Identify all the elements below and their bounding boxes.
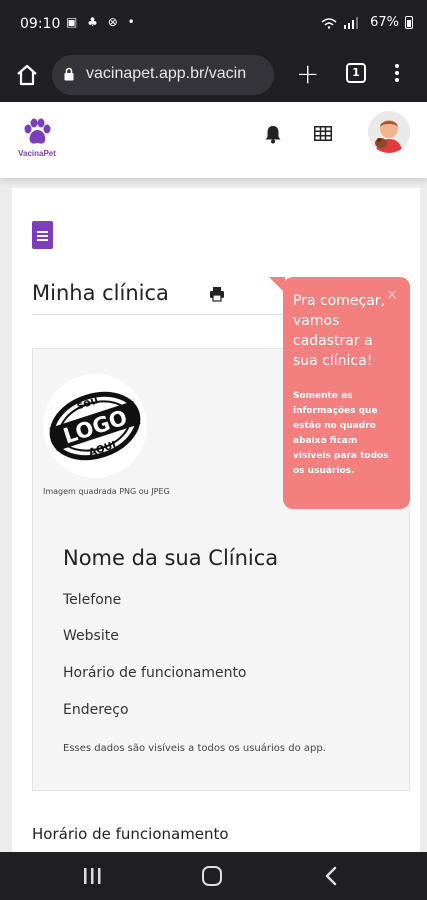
logo-upload[interactable]: seu LOGO AQUI <box>43 374 147 478</box>
clinic-name[interactable]: Nome da sua Clínica <box>63 546 278 570</box>
tab-switcher-button[interactable]: 1 <box>346 63 366 83</box>
printer-icon[interactable] <box>209 286 225 302</box>
onboarding-tooltip: × Pra começar, vamos cadastrar a sua clí… <box>269 277 410 509</box>
avatar-illustration <box>368 111 410 153</box>
logo-hint: Imagem quadrada PNG ou JPEG <box>43 487 170 496</box>
browser-toolbar: vacinapet.app.br/vacin + 1 <box>0 50 427 102</box>
table-grid-icon[interactable] <box>314 126 332 141</box>
url-text: vacinapet.app.br/vacin <box>86 65 247 82</box>
page-title: Minha clínica <box>32 281 169 305</box>
back-icon[interactable] <box>322 866 342 886</box>
logo-stamp-line1: seu <box>75 393 100 412</box>
website-field[interactable]: Website <box>63 628 119 644</box>
battery-text: 67% <box>370 15 399 30</box>
new-tab-plus-icon[interactable]: + <box>296 60 319 88</box>
address-field[interactable]: Endereço <box>63 702 129 718</box>
bell-icon[interactable] <box>264 124 282 144</box>
status-bar: 09:10 ▣ ♣ ⊗ • 67% <box>0 0 427 50</box>
logo-placeholder-stamp: seu LOGO AQUI <box>49 391 141 461</box>
home-button-icon[interactable] <box>202 866 222 886</box>
signal-icon <box>321 16 359 29</box>
tooltip-title: Pra começar, vamos cadastrar a sua clíni… <box>293 293 385 369</box>
visibility-note: Esses dados são visíveis a todos os usuá… <box>63 743 326 754</box>
app-header: VacinaPet <box>0 102 427 178</box>
recent-apps-icon[interactable] <box>82 867 102 885</box>
tooltip-body: Somente as informações que estão no quad… <box>293 391 389 476</box>
logo-stamp-line2: LOGO <box>60 405 130 448</box>
status-right: 67% <box>320 15 413 30</box>
paw-icon <box>24 118 51 144</box>
status-time: 09:10 <box>20 16 61 32</box>
app-logo[interactable]: VacinaPet <box>12 118 62 158</box>
hours-section-title: Horário de funcionamento <box>32 825 229 843</box>
user-avatar[interactable] <box>368 111 410 153</box>
hours-field[interactable]: Horário de funcionamento <box>63 665 247 681</box>
home-icon[interactable] <box>14 62 40 88</box>
system-nav-bar <box>0 852 427 900</box>
more-menu-icon[interactable] <box>392 62 402 86</box>
address-bar[interactable]: vacinapet.app.br/vacin <box>52 55 274 95</box>
logo-text: VacinaPet <box>18 149 56 158</box>
phone-field[interactable]: Telefone <box>63 592 121 608</box>
lock-icon <box>64 67 74 81</box>
document-icon <box>32 221 53 249</box>
battery-icon <box>405 16 413 29</box>
notification-icons: ▣ ♣ ⊗ • <box>66 15 138 29</box>
